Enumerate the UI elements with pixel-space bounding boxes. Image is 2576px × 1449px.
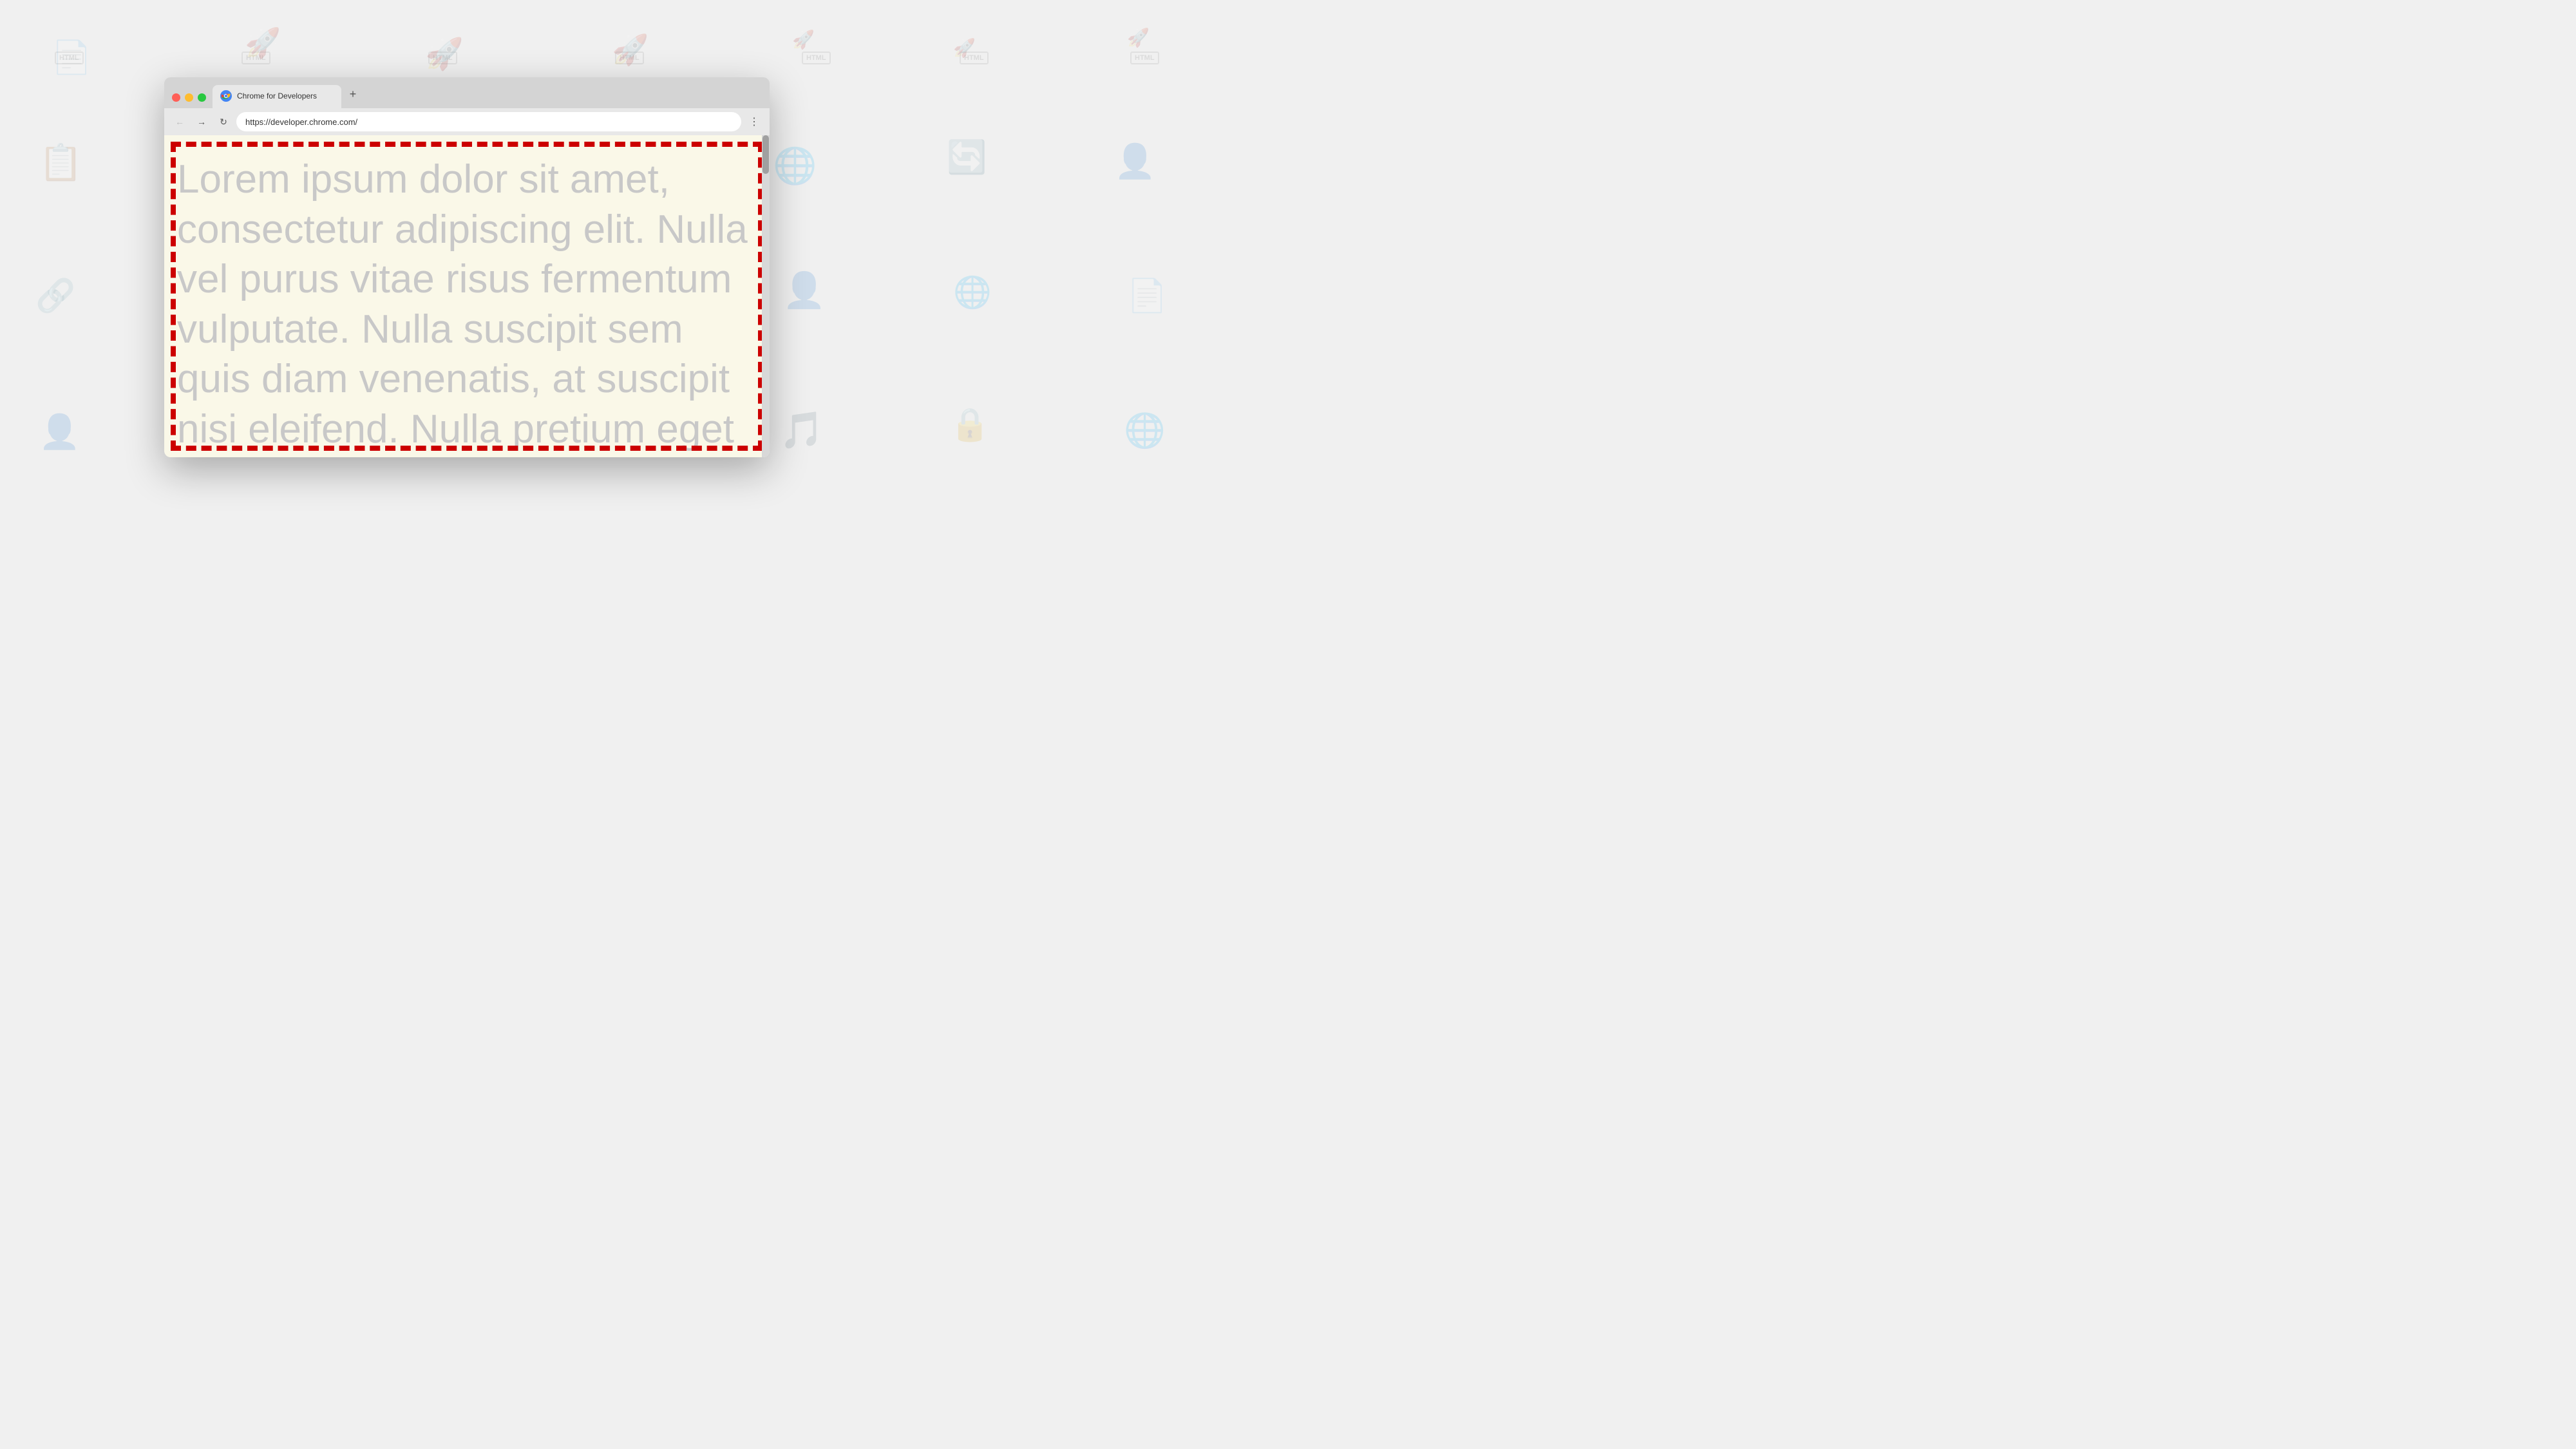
bg-icon: 🌐 [773, 145, 817, 187]
bg-icon: 🚀 [245, 26, 281, 60]
bg-badge: HTML [428, 52, 457, 64]
lorem-ipsum-text: Lorem ipsum dolor sit amet, consectetur … [164, 135, 770, 454]
bg-icon: 🚀 [425, 35, 464, 72]
bg-icon: 📄 [52, 39, 91, 77]
menu-button[interactable]: ⋮ [745, 113, 763, 131]
bg-icon: 🚀 [1127, 27, 1150, 48]
window-controls [172, 93, 206, 108]
bg-icon: 👤 [782, 270, 826, 311]
bg-badge: HTML [55, 52, 84, 64]
new-tab-button[interactable]: + [344, 85, 362, 103]
bg-badge: HTML [960, 52, 989, 64]
page-content: Lorem ipsum dolor sit amet, consectetur … [164, 135, 770, 457]
bg-icon: 👤 [1114, 142, 1156, 181]
browser-window: Chrome for Developers + ← → ↻ ⋮ Lorem ip… [164, 77, 770, 457]
bg-badge: HTML [802, 52, 831, 64]
minimize-button[interactable] [185, 93, 193, 102]
bg-icon: 🚀 [612, 32, 649, 68]
bg-icon: 📄 [1127, 277, 1167, 315]
bg-icon: 🎵 [779, 409, 824, 451]
chrome-favicon [220, 90, 232, 102]
back-button[interactable]: ← [171, 113, 189, 131]
title-bar: Chrome for Developers + [164, 77, 770, 108]
tab-title: Chrome for Developers [237, 91, 331, 100]
bg-icon: 🔗 [35, 277, 75, 315]
bg-icon: 🚀 [953, 37, 976, 59]
forward-button[interactable]: → [193, 113, 211, 131]
scrollbar[interactable] [762, 135, 770, 457]
address-bar[interactable] [236, 112, 741, 131]
bg-icon: 👤 [39, 412, 80, 451]
bg-icon: 🔄 [947, 138, 987, 176]
bg-badge: HTML [242, 52, 270, 64]
bg-icon: 📋 [39, 142, 82, 184]
bg-badge: HTML [615, 52, 644, 64]
bg-icon: 🌐 [953, 274, 992, 310]
bg-icon: 🚀 [792, 29, 815, 50]
bg-icon: 🔒 [950, 406, 990, 444]
close-button[interactable] [172, 93, 180, 102]
browser-tab[interactable]: Chrome for Developers [213, 85, 341, 108]
scrollbar-thumb[interactable] [762, 135, 769, 174]
maximize-button[interactable] [198, 93, 206, 102]
bg-icon: 🌐 [1124, 411, 1166, 450]
reload-button[interactable]: ↻ [214, 113, 232, 131]
bg-badge: HTML [1130, 52, 1159, 64]
navigation-bar: ← → ↻ ⋮ [164, 108, 770, 135]
